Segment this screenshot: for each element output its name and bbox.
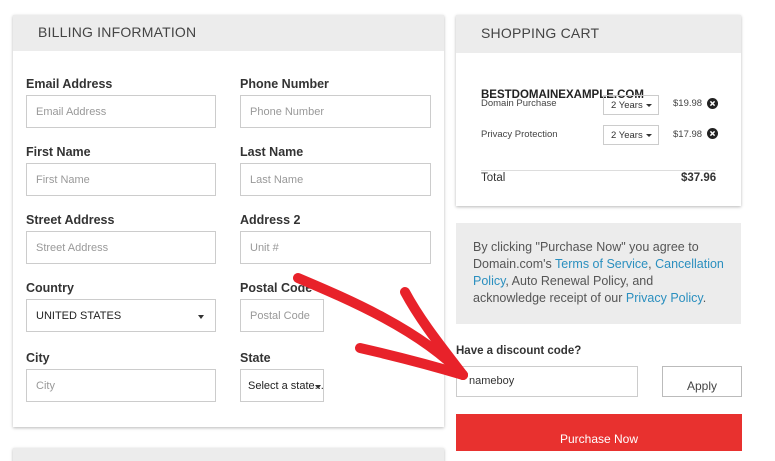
apply-button[interactable]: Apply [662, 366, 742, 397]
phone-field[interactable]: Phone Number [240, 95, 431, 128]
chevron-down-icon [646, 104, 652, 107]
state-select[interactable]: Select a state... [240, 369, 324, 402]
last-name-label: Last Name [240, 145, 304, 159]
email-label: Email Address [26, 77, 113, 91]
street-field[interactable]: Street Address [26, 231, 216, 264]
billing-title: BILLING INFORMATION [38, 24, 197, 40]
city-field[interactable]: City [26, 369, 216, 402]
state-value: Select a state... [248, 380, 324, 392]
terms-notice: By clicking "Purchase Now" you agree to … [456, 223, 741, 324]
privacy-policy-link[interactable]: Privacy Policy [626, 291, 703, 305]
term-select[interactable]: 2 Years [603, 95, 659, 115]
remove-icon[interactable] [707, 98, 718, 109]
phone-label: Phone Number [240, 77, 329, 91]
total-value: $37.96 [681, 172, 717, 184]
discount-code-input[interactable]: nameboy [456, 366, 638, 397]
billing-panel: BILLING INFORMATION Email Address Email … [13, 15, 444, 427]
cart-title: SHOPPING CART [481, 25, 600, 41]
cart-item-price: $19.98 [673, 98, 703, 109]
country-select[interactable]: UNITED STATES [26, 299, 216, 332]
email-field[interactable]: Email Address [26, 95, 216, 128]
billing-header: BILLING INFORMATION [13, 15, 444, 51]
state-label: State [240, 351, 271, 365]
term-select[interactable]: 2 Years [603, 125, 659, 145]
city-label: City [26, 351, 50, 365]
next-panel-header [13, 448, 444, 461]
postal-label: Postal Code [240, 281, 313, 295]
purchase-now-button[interactable]: Purchase Now [456, 414, 742, 451]
last-name-field[interactable]: Last Name [240, 163, 431, 196]
cart-header: SHOPPING CART [456, 15, 741, 53]
chevron-down-icon [315, 385, 321, 389]
cart-panel: SHOPPING CART BESTDOMAINEXAMPLE.COM Doma… [456, 15, 741, 206]
term-value: 2 Years [611, 130, 643, 141]
first-name-field[interactable]: First Name [26, 163, 216, 196]
total-label: Total [481, 172, 506, 184]
discount-label: Have a discount code? [456, 345, 582, 357]
terms-text: . [702, 291, 707, 305]
terms-of-service-link[interactable]: Terms of Service [555, 257, 648, 271]
chevron-down-icon [198, 315, 204, 319]
street-label: Street Address [26, 213, 115, 227]
postal-field[interactable]: Postal Code [240, 299, 324, 332]
chevron-down-icon [646, 134, 652, 137]
country-value: UNITED STATES [36, 310, 122, 322]
cart-item-name: Domain Purchase [481, 98, 557, 109]
remove-icon[interactable] [707, 128, 718, 139]
address2-label: Address 2 [240, 213, 301, 227]
cart-item-name: Privacy Protection [481, 129, 558, 140]
address2-field[interactable]: Unit # [240, 231, 431, 264]
cart-item-price: $17.98 [673, 129, 703, 140]
term-value: 2 Years [611, 100, 643, 111]
cart-divider [481, 170, 716, 171]
first-name-label: First Name [26, 145, 91, 159]
country-label: Country [26, 281, 74, 295]
